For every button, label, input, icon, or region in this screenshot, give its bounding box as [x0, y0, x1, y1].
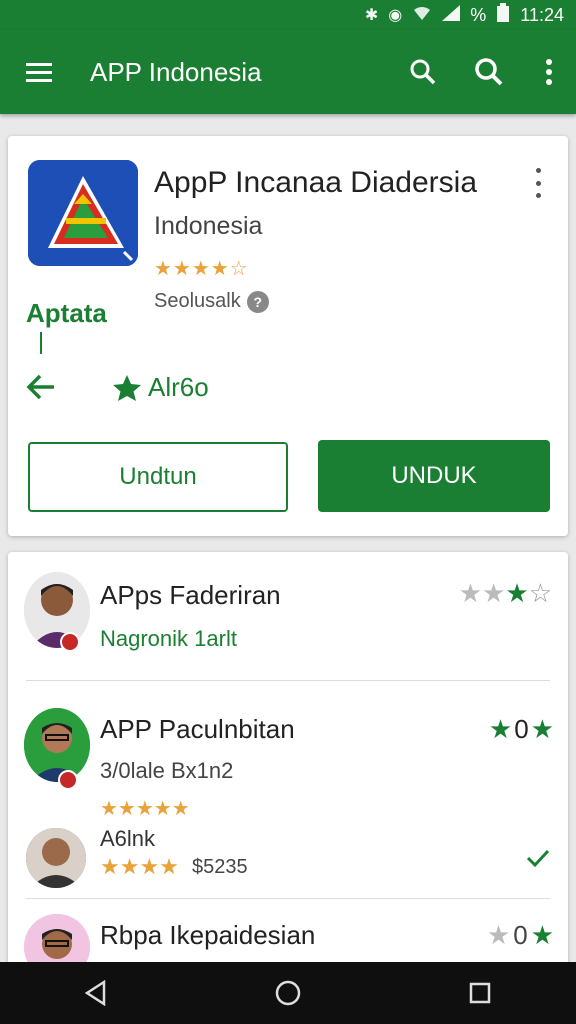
avatar	[24, 572, 90, 648]
search-icon	[410, 59, 436, 85]
search-icon	[475, 58, 503, 86]
secondary-button[interactable]: Undtun	[28, 442, 288, 512]
app-list-card: APps Faderiran Nagronik 1arlt ★★ ★ ☆ APP P…	[8, 552, 568, 972]
list-item-rating: ★ 0 ★	[488, 714, 554, 744]
list-item[interactable]: APP Paculnbitan 3/0lale Bx1n2 ★★★★★ ★ 0 ★ …	[8, 692, 568, 892]
status-badge	[60, 632, 80, 652]
toolbar-title: APP Indonesia	[90, 56, 262, 87]
recents-nav-button[interactable]	[450, 963, 510, 1023]
back-button[interactable]	[26, 372, 56, 407]
star-icon	[113, 374, 141, 401]
app-subtitle: Indonesia	[154, 212, 263, 240]
info-icon[interactable]: ?	[246, 290, 269, 313]
more-vert-icon	[546, 59, 552, 85]
favorite-label: Alr6o	[148, 372, 209, 402]
divider	[26, 898, 550, 899]
bluetooth-icon: ✱	[364, 7, 379, 24]
check-icon[interactable]	[526, 848, 550, 868]
rating-count: 0	[513, 920, 528, 950]
app-toolbar: APP Indonesia	[0, 30, 576, 114]
system-nav-bar	[0, 962, 576, 1024]
app-rating-stars: ★★★★☆	[154, 258, 249, 280]
status-badge	[58, 770, 78, 790]
wifi-icon	[412, 5, 432, 26]
avatar	[26, 828, 86, 888]
app-icon[interactable]	[28, 160, 138, 266]
overflow-menu-button[interactable]	[522, 30, 576, 114]
search-button[interactable]	[390, 30, 456, 114]
signal-icon	[442, 4, 461, 26]
clock: 11:24	[520, 4, 564, 25]
battery-icon	[496, 2, 510, 28]
home-nav-button[interactable]	[258, 963, 318, 1023]
back-triangle-icon	[84, 980, 106, 1006]
list-item-title: APps Faderiran	[100, 580, 281, 610]
search-button-2[interactable]	[456, 30, 522, 114]
download-button[interactable]: UNDUK	[318, 440, 550, 512]
hamburger-icon	[26, 70, 52, 74]
list-item-stars: ★★★★★	[100, 798, 190, 820]
alarm-icon: ◉	[388, 7, 403, 24]
favorite-button[interactable]: Alr6o	[112, 372, 209, 403]
arrow-back-icon	[26, 374, 54, 400]
app-detail-card: AppP Incanaa Diadersia Indonesia ★★★★☆ S…	[8, 136, 568, 536]
list-item-price: $5235	[192, 856, 248, 878]
list-item-subtitle: 3/0lale Bx1n2	[100, 758, 234, 783]
recents-square-icon	[469, 982, 491, 1004]
brand-label: Aptata	[26, 298, 107, 328]
list-item-subtitle: Nagronik 1arlt	[100, 626, 237, 651]
status-bar: ✱ ◉ % 11:24	[0, 0, 576, 30]
list-item-rating: ★★ ★ ☆	[458, 578, 552, 608]
list-item[interactable]: APps Faderiran Nagronik 1arlt ★★ ★ ☆	[8, 552, 568, 682]
app-overflow-button[interactable]	[528, 168, 548, 198]
seller-name: Seolusalk	[154, 290, 241, 312]
list-item-title: APP Paculnbitan	[100, 714, 295, 744]
app-seller: Seolusalk ?	[154, 290, 269, 313]
divider	[26, 680, 550, 681]
app-name: AppP Incanaa Diadersia	[154, 166, 477, 199]
home-circle-icon	[275, 980, 301, 1006]
list-item-subtitle: A6lnk	[100, 826, 156, 851]
menu-button[interactable]	[0, 30, 78, 114]
triangle-logo-icon	[28, 160, 138, 266]
list-item-rating: ★ 0 ★	[486, 920, 554, 950]
battery-percent: %	[470, 4, 487, 25]
avatar	[24, 708, 90, 782]
list-item-stars: ★★★★	[100, 854, 179, 879]
rating-count: 0	[514, 714, 529, 744]
list-item-title: Rbpa Ikepaidesian	[100, 920, 316, 950]
brand-divider	[40, 332, 42, 354]
back-nav-button[interactable]	[66, 963, 126, 1023]
